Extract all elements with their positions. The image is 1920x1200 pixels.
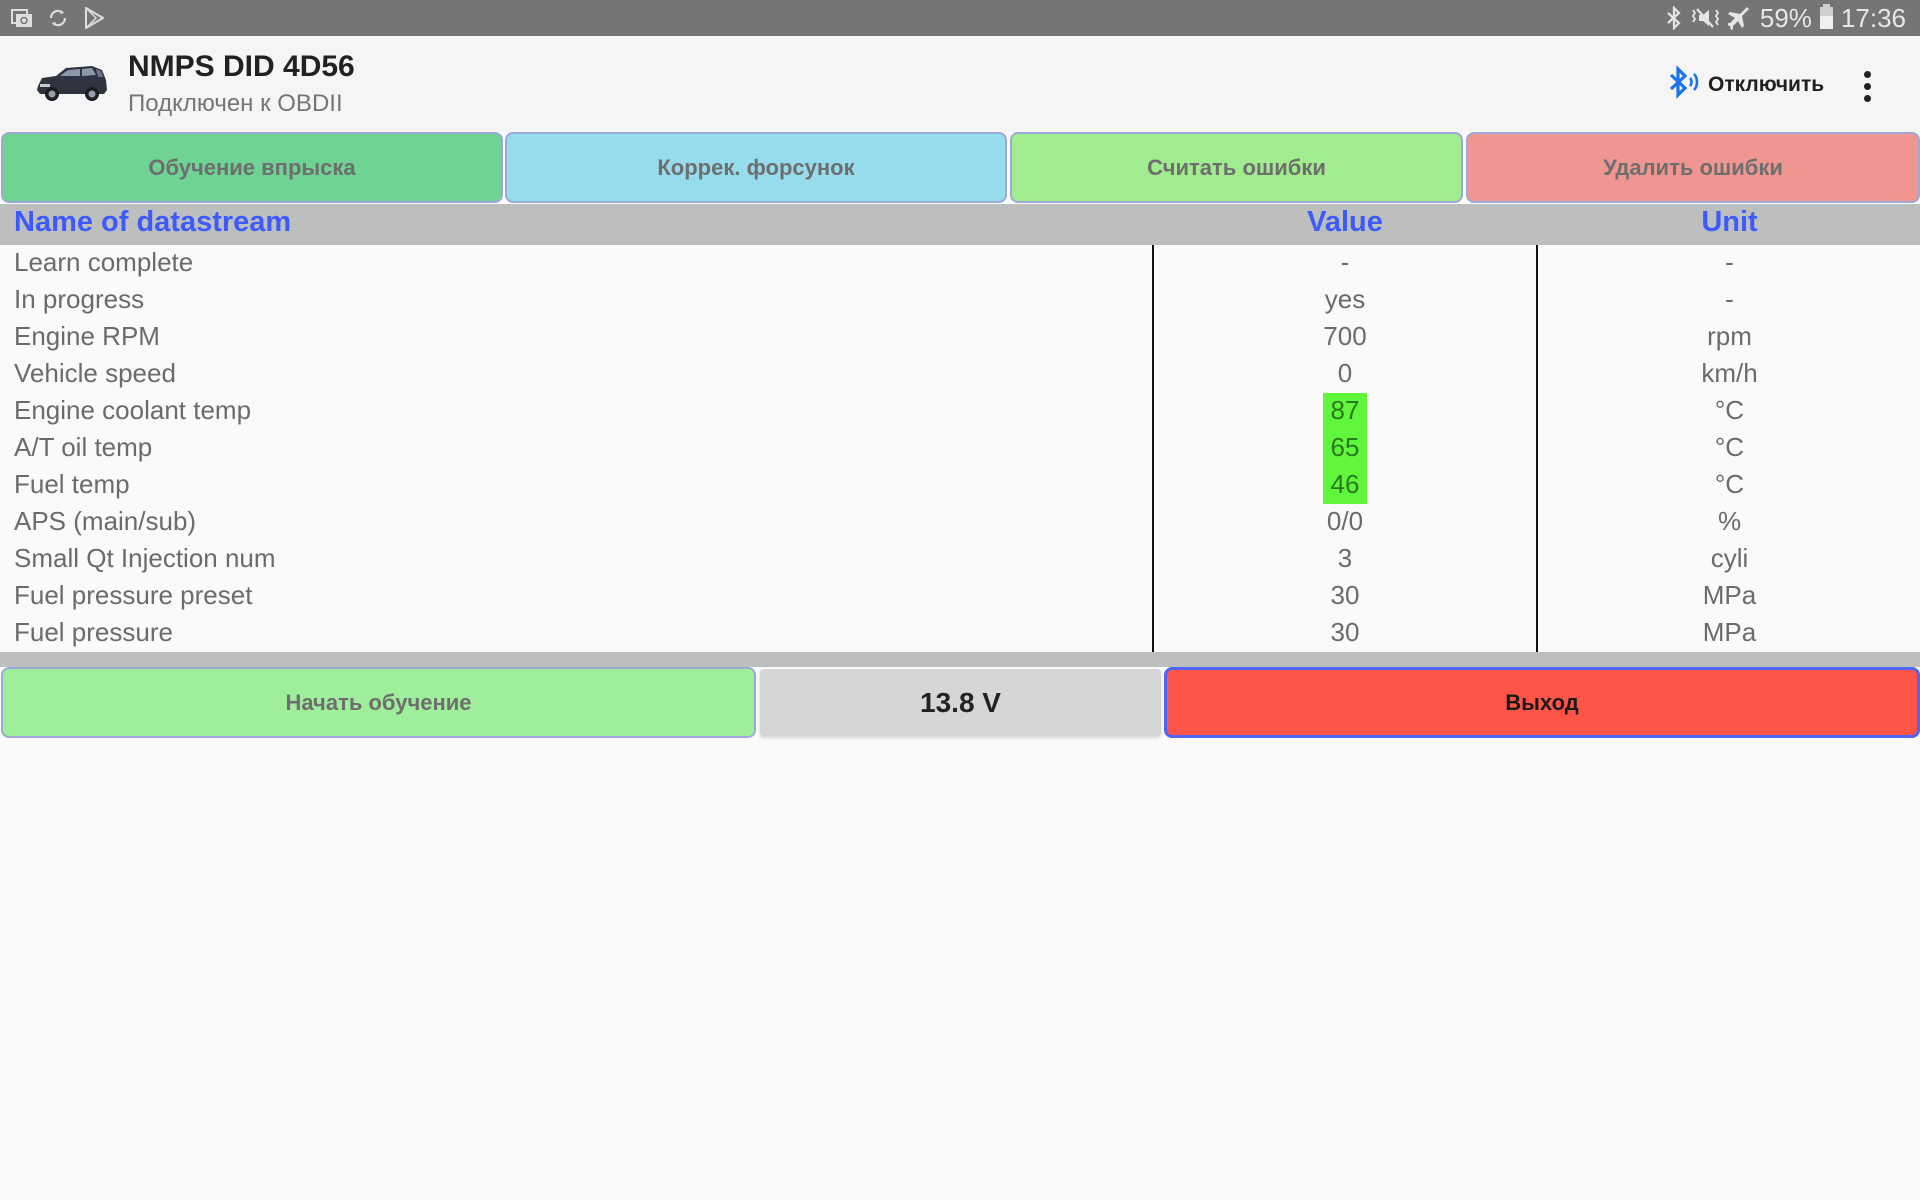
datastream-unit: km/h [1701, 358, 1758, 388]
clear-errors-button[interactable]: Удалить ошибки [1466, 132, 1920, 203]
datastream-name: Engine coolant temp [14, 395, 252, 425]
datastream-name: Engine RPM [14, 321, 160, 351]
datastream-name: Small Qt Injection num [14, 543, 276, 573]
datastream-name: Vehicle speed [14, 358, 176, 388]
datastream-value-cell: 30 [1155, 615, 1535, 652]
datastream-unit: - [1725, 247, 1734, 277]
injector-correction-button[interactable]: Коррек. форсунок [505, 132, 1007, 203]
table-header: Name of datastream Value Unit [0, 204, 1920, 245]
datastream-value: 700 [1323, 321, 1367, 351]
datastream-value-cell: 3 [1155, 541, 1535, 578]
datastream-name: Fuel pressure preset [14, 580, 253, 610]
datastream-value: 65 [1323, 430, 1367, 467]
datastream-unit: MPa [1702, 617, 1757, 647]
datastream-value: - [1340, 247, 1350, 277]
datastream-value-cell: 0 [1155, 356, 1535, 393]
datastream-value-cell: yes [1155, 282, 1535, 319]
datastream-unit: % [1717, 506, 1742, 536]
datastream-unit: MPa [1702, 580, 1757, 610]
table-row: In progress yes - [0, 282, 1920, 319]
datastream-name: Fuel temp [14, 469, 130, 499]
datastream-value: 30 [1330, 580, 1360, 610]
datastream-value-cell: 700 [1155, 319, 1535, 356]
datastream-value: 0/0 [1326, 506, 1364, 536]
datastream-value-cell: 0/0 [1155, 504, 1535, 541]
datastream-value: yes [1324, 284, 1366, 314]
datastream-unit: °C [1714, 432, 1745, 462]
header-value: Value [1307, 206, 1383, 238]
table-footer-bar [0, 652, 1920, 667]
table-row: Learn complete - - [0, 245, 1920, 282]
datastream-name: Fuel pressure [14, 617, 173, 647]
datastream-value-cell: 46 [1155, 467, 1535, 504]
app-title: NMPS DID 4D56 [128, 50, 355, 83]
datastream-unit: °C [1714, 395, 1745, 425]
table-row: Vehicle speed 0 km/h [0, 356, 1920, 393]
bottom-action-bar: Начать обучение 13.8 V Выход [0, 667, 1920, 739]
sync-icon [46, 6, 70, 30]
datastream-unit: - [1725, 284, 1734, 314]
exit-button[interactable]: Выход [1164, 667, 1920, 738]
datastream-value: 30 [1330, 617, 1360, 647]
datastream-unit: cyli [1710, 543, 1749, 573]
bluetooth-icon [1666, 6, 1682, 30]
datastream-name: Learn complete [14, 247, 194, 277]
status-bar: 59% 17:36 [0, 0, 1920, 36]
datastream-value: 3 [1337, 543, 1353, 573]
battery-icon [1819, 4, 1833, 29]
car-icon [34, 60, 110, 104]
app-bar: NMPS DID 4D56 Подключен к OBDII Отключит… [0, 36, 1920, 132]
datastream-name: A/T oil temp [14, 432, 153, 462]
disconnect-button[interactable]: Отключить [1668, 64, 1824, 106]
datastream-value: 0 [1337, 358, 1353, 388]
table-row: APS (main/sub) 0/0% [0, 504, 1920, 541]
datastream-unit: °C [1714, 469, 1745, 499]
header-unit: Unit [1701, 206, 1758, 238]
table-row: Fuel pressure preset 30 MPa [0, 578, 1920, 615]
more-options-icon[interactable] [1852, 66, 1882, 106]
datastream-value-cell: 65 [1155, 430, 1535, 467]
screenshot-icon [10, 6, 34, 30]
disconnect-label: Отключить [1708, 73, 1825, 96]
clock: 17:36 [1840, 2, 1906, 33]
datastream-unit: rpm [1707, 321, 1752, 351]
datastream-value: 87 [1323, 393, 1367, 430]
play-store-icon [82, 6, 106, 30]
table-row: Fuel pressure 30 MPa [0, 615, 1920, 652]
top-action-bar: Обучение впрыска Коррек. форсунок Считат… [0, 132, 1920, 204]
table-row: Small Qt Injection num 3 cyli [0, 541, 1920, 578]
connection-status: Подключен к OBDII [128, 90, 343, 117]
datastream-name: In progress [14, 284, 145, 314]
datastream-value-cell: 30 [1155, 578, 1535, 615]
table-row: A/T oil temp 65 °C [0, 430, 1920, 467]
datastream-value-cell: 87 [1155, 393, 1535, 430]
bluetooth-connected-icon [1668, 65, 1700, 105]
datastream-name: APS (main/sub) [14, 506, 197, 536]
airplane-mode-icon [1727, 6, 1752, 30]
start-learning-button[interactable]: Начать обучение [1, 667, 756, 738]
table-row: Fuel temp 46 °C [0, 467, 1920, 504]
datastream-value: 46 [1323, 467, 1367, 504]
injection-learning-button[interactable]: Обучение впрыска [1, 132, 503, 203]
mute-icon [1690, 6, 1720, 30]
datastream-table: Learn complete - - In progress yes - Engine RP… [0, 245, 1920, 652]
voltage-display: 13.8 V [760, 669, 1161, 736]
datastream-value-cell: - [1155, 245, 1535, 282]
table-row: Engine coolant temp 87 °C [0, 393, 1920, 430]
header-name: Name of datastream [14, 206, 292, 238]
battery-percent: 59% [1759, 2, 1812, 33]
table-row: Engine RPM 700 rpm [0, 319, 1920, 356]
read-errors-button[interactable]: Считать ошибки [1010, 132, 1463, 203]
